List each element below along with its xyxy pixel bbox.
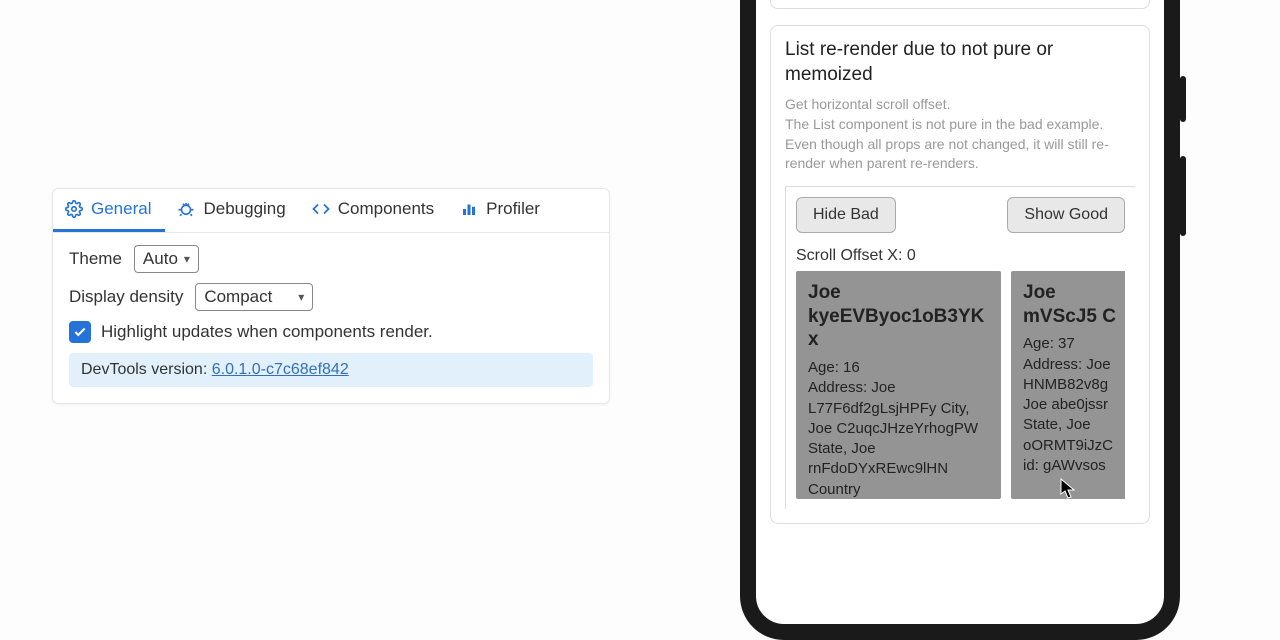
tab-general-label: General bbox=[91, 199, 151, 219]
phone-side-button bbox=[1180, 76, 1186, 122]
search-bar[interactable] bbox=[770, 0, 1150, 9]
bug-icon bbox=[177, 200, 195, 218]
item-name: Joe mVScJ5 C bbox=[1023, 281, 1119, 329]
list-item[interactable]: Joe kyeEVByoc1oB3YKx Age: 16 Address: Jo… bbox=[796, 271, 1001, 499]
highlight-row: Highlight updates when components render… bbox=[69, 321, 593, 343]
chevron-down-icon: ▾ bbox=[298, 290, 304, 304]
item-address: Address: Joe HNMB82v8g Joe abe0jssr Stat… bbox=[1023, 355, 1119, 456]
phone-mockup: List re-render due to not pure or memoiz… bbox=[740, 0, 1180, 640]
panel-body: Theme Auto ▾ Display density Compact ▾ H… bbox=[53, 233, 609, 403]
button-row: Hide Bad Show Good bbox=[796, 187, 1125, 237]
devtools-settings-panel: General Debugging Components Profiler Th… bbox=[52, 188, 610, 404]
scroll-offset-label: Scroll Offset X: 0 bbox=[796, 245, 1125, 267]
card-desc: Get horizontal scroll offset. The List c… bbox=[785, 95, 1135, 173]
item-age: Age: 37 bbox=[1023, 334, 1119, 354]
tab-general[interactable]: General bbox=[53, 189, 165, 232]
tabs-row: General Debugging Components Profiler bbox=[53, 189, 609, 233]
tab-components[interactable]: Components bbox=[300, 189, 448, 232]
density-select[interactable]: Compact ▾ bbox=[195, 283, 313, 311]
item-id: id: gAWvsos bbox=[1023, 456, 1119, 476]
tab-debugging-label: Debugging bbox=[203, 199, 285, 219]
item-name: Joe kyeEVByoc1oB3YKx bbox=[808, 281, 989, 352]
version-link[interactable]: 6.0.1.0-c7c68ef842 bbox=[212, 361, 349, 378]
card-desc-line: Get horizontal scroll offset. bbox=[785, 96, 950, 112]
card-title: List re-render due to not pure or memoiz… bbox=[785, 38, 1135, 87]
chart-icon bbox=[460, 200, 478, 218]
tab-profiler[interactable]: Profiler bbox=[448, 189, 554, 232]
highlight-checkbox[interactable] bbox=[69, 321, 91, 343]
density-label: Display density bbox=[69, 287, 183, 307]
example-card: List re-render due to not pure or memoiz… bbox=[770, 25, 1150, 524]
theme-select[interactable]: Auto ▾ bbox=[134, 245, 199, 273]
close-icon[interactable] bbox=[585, 203, 601, 219]
theme-label: Theme bbox=[69, 249, 122, 269]
tab-components-label: Components bbox=[338, 199, 434, 219]
show-good-button[interactable]: Show Good bbox=[1007, 197, 1125, 233]
chevron-down-icon: ▾ bbox=[184, 252, 190, 266]
version-bar: DevTools version: 6.0.1.0-c7c68ef842 bbox=[69, 353, 593, 387]
tab-profiler-label: Profiler bbox=[486, 199, 540, 219]
hide-bad-button[interactable]: Hide Bad bbox=[796, 197, 896, 233]
gear-icon bbox=[65, 200, 83, 218]
theme-row: Theme Auto ▾ bbox=[69, 245, 593, 273]
phone-screen: List re-render due to not pure or memoiz… bbox=[756, 0, 1164, 536]
highlight-label: Highlight updates when components render… bbox=[101, 322, 433, 342]
list-item[interactable]: Joe mVScJ5 C Age: 37 Address: Joe HNMB82… bbox=[1011, 271, 1125, 499]
density-row: Display density Compact ▾ bbox=[69, 283, 593, 311]
item-age: Age: 16 bbox=[808, 358, 989, 378]
tab-debugging[interactable]: Debugging bbox=[165, 189, 299, 232]
density-value: Compact bbox=[204, 287, 272, 307]
code-icon bbox=[312, 200, 330, 218]
item-address: Address: Joe L77F6df2gLsjHPFy City, Joe … bbox=[808, 378, 989, 499]
card-list[interactable]: Joe kyeEVByoc1oB3YKx Age: 16 Address: Jo… bbox=[796, 271, 1125, 499]
version-label: DevTools version: bbox=[81, 361, 212, 378]
card-desc-line: The List component is not pure in the ba… bbox=[785, 116, 1109, 171]
phone-side-button bbox=[1180, 156, 1186, 236]
theme-value: Auto bbox=[143, 249, 178, 269]
